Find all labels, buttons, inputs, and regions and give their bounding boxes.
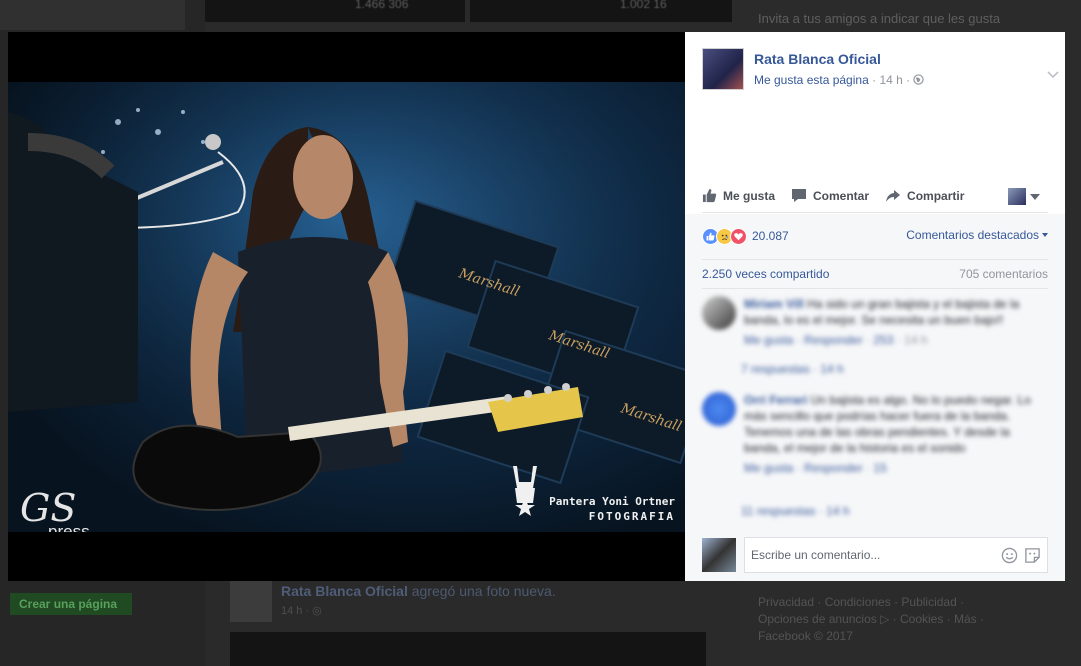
- love-icon: [730, 227, 747, 245]
- comment-reaction-count[interactable]: 253: [873, 333, 893, 347]
- invite-friends-text[interactable]: Invita a tus amigos a indicar que les gu…: [758, 11, 1000, 26]
- page-name-link[interactable]: Rata Blanca Oficial: [754, 51, 881, 67]
- photographer-watermark: Pantera Yoni Ortner FOTOGRAFIA: [513, 466, 675, 524]
- post-time: 14 h · ◎: [281, 605, 322, 617]
- reaction-icons[interactable]: [702, 227, 747, 245]
- comment-input-box[interactable]: [744, 537, 1048, 573]
- commenter-avatar[interactable]: [702, 296, 736, 330]
- current-user-avatar: [702, 538, 736, 572]
- like-page-link[interactable]: Me gusta esta página: [754, 73, 869, 87]
- view-replies-link[interactable]: 7 respuestas · 14 h: [741, 362, 844, 376]
- commenter-avatar[interactable]: [702, 392, 736, 426]
- post-author-link[interactable]: Rata Blanca Oficial: [281, 583, 408, 599]
- dimmed-photo-thumb: 1.002 16: [470, 0, 732, 22]
- comment-body: Miriam Vill Ha sido un gran bajista y el…: [744, 296, 1048, 348]
- share-button[interactable]: Compartir: [885, 189, 964, 203]
- dimmed-stats: 1.002 16: [620, 0, 667, 11]
- photo-sidebar-panel: Rata Blanca Oficial Me gusta esta página…: [685, 32, 1065, 581]
- dimmed-stats: 1.466 306: [355, 0, 409, 11]
- comment-body: Orri Ferrari Un bajista es algo. No lo p…: [744, 392, 1048, 476]
- post-timestamp[interactable]: 14 h: [879, 73, 902, 87]
- rock-hand-icon: [513, 466, 538, 516]
- comments-count-link[interactable]: 705 comentarios: [959, 267, 1048, 281]
- globe-icon: [913, 74, 925, 85]
- comment-composer: [702, 537, 1048, 573]
- concert-photo-illustration: Marshall Marshall Marshall: [8, 82, 685, 532]
- comment-item: Orri Ferrari Un bajista es algo. No lo p…: [702, 392, 1048, 502]
- comment-input[interactable]: [751, 548, 995, 562]
- comment-like-reply-links[interactable]: Me gusta · Responder: [744, 333, 863, 347]
- shares-count-link[interactable]: 2.250 veces compartido: [702, 267, 829, 281]
- emoji-icon[interactable]: [1001, 547, 1018, 564]
- view-replies-link[interactable]: 11 respuestas · 14 h: [741, 504, 850, 518]
- dimmed-card: [0, 0, 185, 30]
- comment-time: 14 h: [904, 333, 928, 347]
- post-header: Rata Blanca Oficial agregó una foto nuev…: [281, 583, 556, 599]
- footer-links: Privacidad · Condiciones · Publicidad · …: [758, 595, 984, 643]
- post-as-selector[interactable]: [1008, 188, 1040, 205]
- post-image-dimmed[interactable]: [230, 632, 706, 666]
- photo-theater: Marshall Marshall Marshall GS press Pant…: [8, 32, 685, 581]
- comment-button[interactable]: Comentar: [791, 188, 869, 203]
- watermark-script: GS: [20, 486, 77, 530]
- dimmed-photo-thumb: 1.466 306: [205, 0, 465, 22]
- sticker-icon[interactable]: [1024, 547, 1041, 564]
- commenter-name[interactable]: Orri Ferrari: [744, 393, 807, 407]
- gs-press-watermark: GS press: [20, 486, 90, 532]
- main-photo[interactable]: Marshall Marshall Marshall GS press Pant…: [8, 82, 685, 532]
- featured-comments-dropdown[interactable]: Comentarios destacados: [906, 228, 1048, 242]
- like-button[interactable]: Me gusta: [702, 188, 775, 203]
- caret-down-icon: [1042, 233, 1048, 237]
- reaction-count[interactable]: 20.087: [752, 229, 789, 243]
- shares-comments-row: 2.250 veces compartido 705 comentarios: [702, 259, 1048, 289]
- caret-down-icon: [1030, 193, 1040, 200]
- comment-actions: Me gusta · Responder · 15: [744, 461, 887, 475]
- post-actions-bar: Me gusta Comentar Compartir: [702, 179, 1048, 213]
- commenter-name[interactable]: Miriam Vill: [744, 297, 804, 311]
- comment-like-reply-links[interactable]: Me gusta · Responder: [744, 461, 863, 475]
- comment-actions: Me gusta · Responder · 253 · 14 h: [744, 333, 928, 347]
- share-arrow-icon: [886, 189, 901, 202]
- watermark-line2: FOTOGRAFIA: [588, 510, 675, 523]
- post-action-text: agregó una foto nueva.: [411, 583, 556, 599]
- selector-avatar: [1008, 188, 1026, 205]
- post-author-avatar[interactable]: [230, 580, 272, 622]
- create-page-button[interactable]: Crear una página: [10, 593, 132, 615]
- chevron-down-icon[interactable]: [1045, 66, 1061, 82]
- watermark-line1: Pantera Yoni Ortner: [549, 495, 675, 508]
- watermark-sub: press: [48, 522, 90, 532]
- reactions-row: 20.087 Comentarios destacados: [702, 226, 1048, 246]
- thumbs-up-icon: [702, 188, 717, 203]
- comment-icon: [792, 189, 807, 202]
- page-avatar[interactable]: [702, 48, 744, 90]
- post-meta: Me gusta esta página · 14 h ·: [754, 73, 925, 87]
- comment-reaction-count[interactable]: 15: [873, 461, 886, 475]
